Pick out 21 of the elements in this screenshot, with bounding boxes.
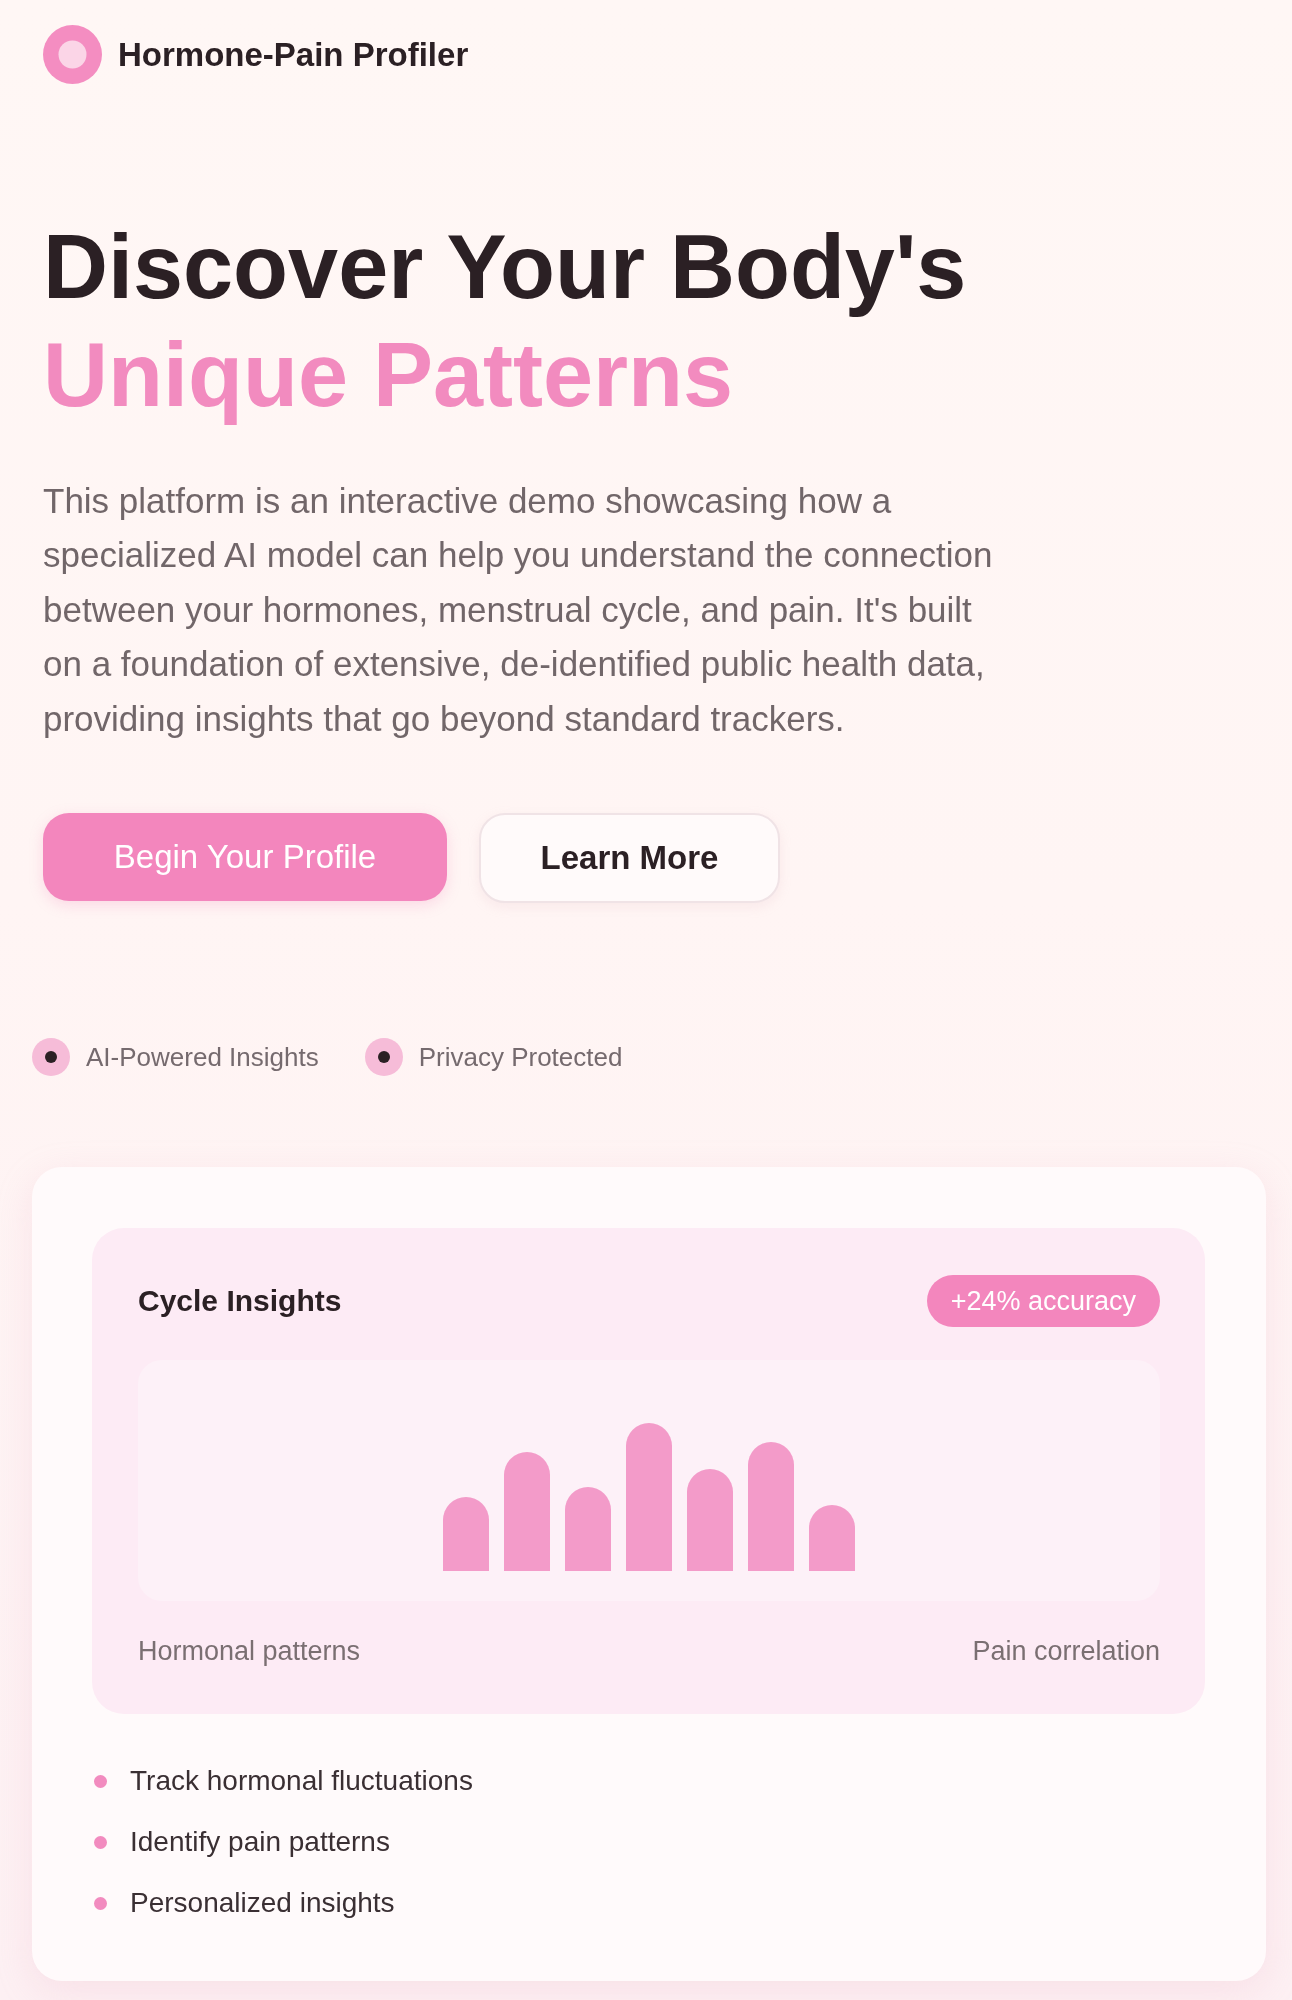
feature-label: Privacy Protected <box>418 1041 623 1073</box>
chart-caption: Hormonal patterns <box>138 1636 361 1667</box>
accuracy-badge: +24% accuracy <box>926 1275 1160 1328</box>
feature-label: AI-Powered Insights <box>86 1041 319 1073</box>
headline-highlight: Unique Patterns <box>43 324 734 427</box>
bullet-icon <box>94 1835 107 1849</box>
panel-title: Cycle Insights <box>138 1284 342 1319</box>
secondary-button[interactable]: Learn More <box>479 813 780 904</box>
dot-icon <box>32 1038 70 1077</box>
feature-point: Personalized insights <box>130 1887 395 1920</box>
logo-icon <box>43 25 102 84</box>
chart-bar <box>809 1505 855 1572</box>
intro-paragraph: This platform is an interactive demo showcasing how a specialized AI model can help you understand the connection between your hormones, menstrual cycle, and pain. It's built on a foundation of extensive, de-identified public health data, providing insights that go beyond standard trackers. <box>43 480 994 740</box>
bullet-icon <box>94 1774 107 1788</box>
brand-name: Hormone-Pain Profiler <box>118 35 469 74</box>
dot-icon <box>364 1038 403 1077</box>
chart-caption: Pain correlation <box>972 1636 1160 1667</box>
bullet-icon <box>94 1896 107 1910</box>
feature-point: Identify pain patterns <box>130 1826 390 1859</box>
feature-point: Track hormonal fluctuations <box>130 1765 473 1798</box>
headline-text: Discover Your Body's <box>43 216 967 319</box>
